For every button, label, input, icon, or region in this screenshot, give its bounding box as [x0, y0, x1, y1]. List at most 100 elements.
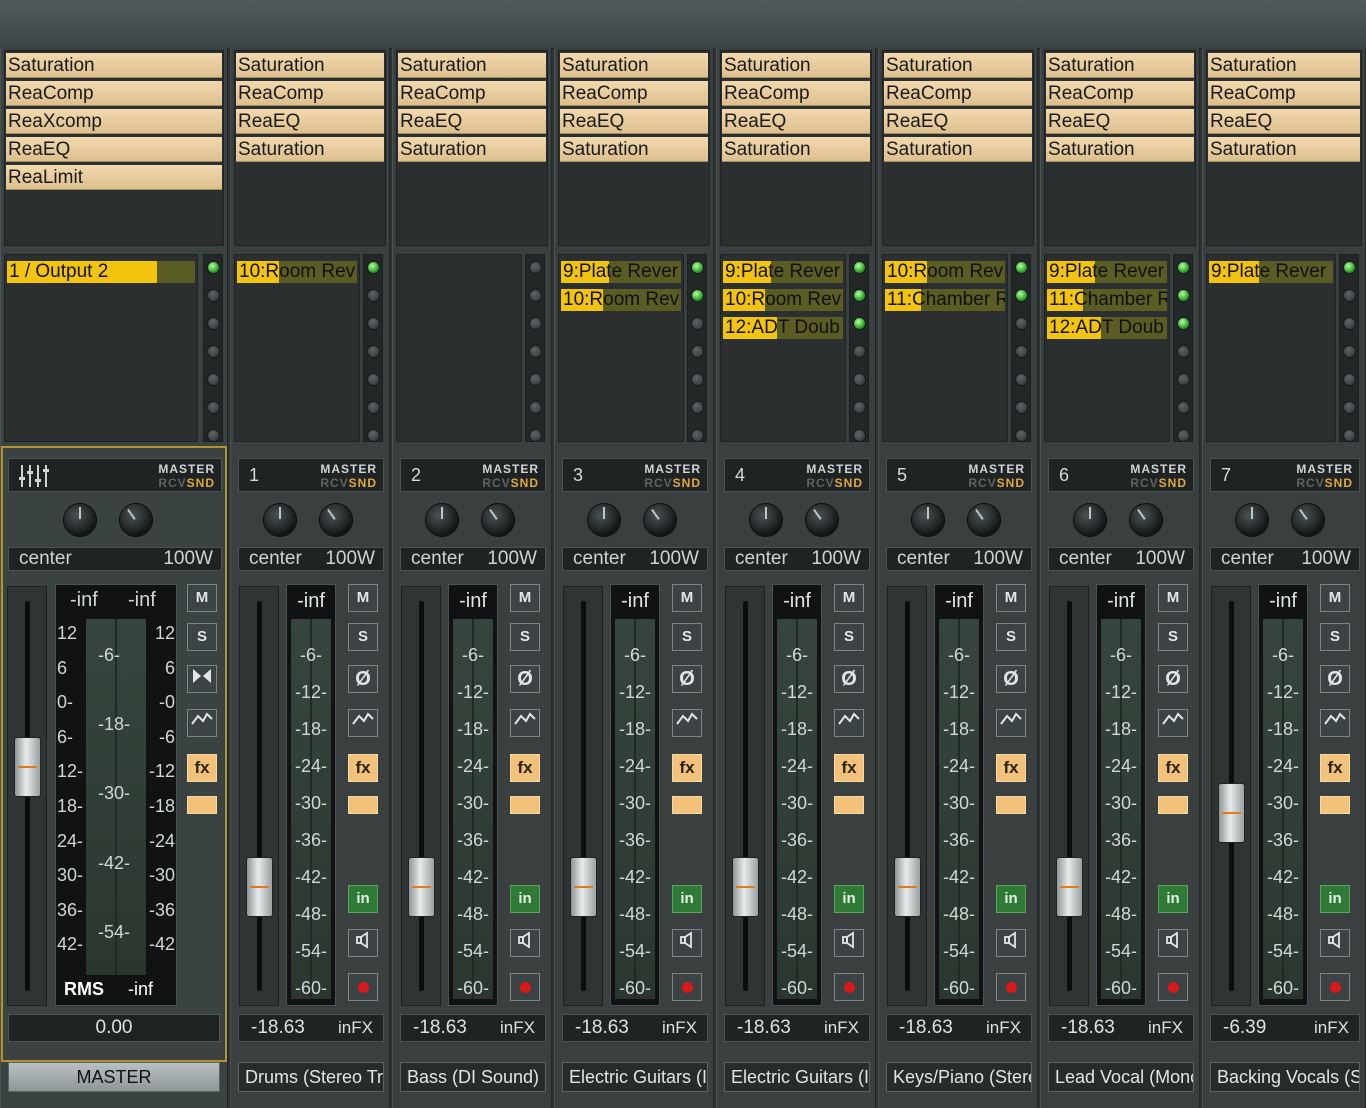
- fx-button[interactable]: fx: [1320, 754, 1350, 782]
- volume-readout[interactable]: -18.63 inFX: [562, 1014, 708, 1042]
- fx-slot[interactable]: ReaEQ: [884, 109, 1032, 134]
- mute-button[interactable]: M: [834, 584, 864, 612]
- monitor-button[interactable]: [672, 929, 702, 957]
- send-slot[interactable]: 1 / Output 2: [7, 261, 195, 283]
- send-led[interactable]: [853, 345, 866, 358]
- fx-slot[interactable]: Saturation: [722, 53, 870, 78]
- fx-button[interactable]: fx: [187, 754, 217, 782]
- volume-readout[interactable]: 0.00: [8, 1014, 220, 1042]
- pan-knob[interactable]: [643, 503, 677, 537]
- send-led[interactable]: [1177, 289, 1190, 302]
- send-led[interactable]: [529, 317, 542, 330]
- track-header[interactable]: 1 MASTER RCVSND: [238, 458, 384, 492]
- send-led[interactable]: [853, 317, 866, 330]
- monitor-button[interactable]: [348, 929, 378, 957]
- fx-bypass-button[interactable]: [1320, 796, 1350, 814]
- send-led[interactable]: [1015, 429, 1028, 442]
- send-led[interactable]: [1015, 317, 1028, 330]
- send-led[interactable]: [1343, 289, 1356, 302]
- fx-slot[interactable]: ReaEQ: [1208, 109, 1360, 134]
- pan-width-display[interactable]: center 100W: [8, 547, 222, 571]
- volume-fader[interactable]: [239, 586, 279, 1006]
- record-arm-button[interactable]: [996, 973, 1026, 1001]
- volume-knob[interactable]: [587, 503, 621, 537]
- solo-button[interactable]: S: [1158, 623, 1188, 651]
- fx-slot[interactable]: Saturation: [236, 53, 384, 78]
- fx-button[interactable]: fx: [996, 754, 1026, 782]
- fx-chain[interactable]: Saturation ReaComp ReaEQ Saturation: [882, 50, 1034, 246]
- pan-knob[interactable]: [481, 503, 515, 537]
- mute-button[interactable]: M: [1158, 584, 1188, 612]
- fx-button[interactable]: fx: [672, 754, 702, 782]
- record-arm-button[interactable]: [510, 973, 540, 1001]
- volume-fader[interactable]: [725, 586, 765, 1006]
- track-header[interactable]: 4 MASTER RCVSND: [724, 458, 870, 492]
- send-led[interactable]: [367, 317, 380, 330]
- send-led[interactable]: [691, 401, 704, 414]
- output-sends[interactable]: 1 / Output 2: [4, 254, 198, 442]
- record-arm-button[interactable]: [672, 973, 702, 1001]
- fader-handle[interactable]: [1056, 857, 1083, 917]
- fader-handle[interactable]: [732, 857, 759, 917]
- fx-slot[interactable]: ReaEQ: [722, 109, 870, 134]
- record-arm-button[interactable]: [834, 973, 864, 1001]
- sends[interactable]: 10:Room Rev 11:Chamber R: [882, 254, 1008, 442]
- send-led[interactable]: [1177, 429, 1190, 442]
- fx-chain[interactable]: Saturation ReaComp ReaEQ Saturation: [720, 50, 872, 246]
- track-name[interactable]: Keys/Piano (Stere: [886, 1062, 1032, 1092]
- send-led[interactable]: [691, 317, 704, 330]
- fx-slot[interactable]: ReaComp: [398, 81, 546, 106]
- send-slot[interactable]: 10:Room Rev: [561, 289, 681, 311]
- fader-handle[interactable]: [246, 857, 273, 917]
- solo-button[interactable]: S: [187, 623, 217, 651]
- phase-invert-button[interactable]: Ø: [510, 665, 540, 693]
- solo-button[interactable]: S: [1320, 623, 1350, 651]
- fx-slot[interactable]: ReaXcomp: [6, 109, 222, 134]
- send-led[interactable]: [1177, 401, 1190, 414]
- fx-bypass-button[interactable]: [187, 796, 217, 814]
- fx-slot[interactable]: ReaLimit: [6, 165, 222, 190]
- track-header[interactable]: MASTER RCVSND: [8, 458, 222, 492]
- envelope-button[interactable]: [510, 709, 540, 737]
- fx-bypass-button[interactable]: [996, 796, 1026, 814]
- fx-slot[interactable]: ReaComp: [722, 81, 870, 106]
- send-led[interactable]: [529, 261, 542, 274]
- fx-slot[interactable]: Saturation: [884, 137, 1032, 162]
- fx-slot[interactable]: Saturation: [560, 53, 708, 78]
- fx-bypass-button[interactable]: [834, 796, 864, 814]
- send-led[interactable]: [529, 373, 542, 386]
- send-led[interactable]: [1343, 317, 1356, 330]
- phase-invert-button[interactable]: Ø: [672, 665, 702, 693]
- send-led[interactable]: [1343, 429, 1356, 442]
- fx-slot[interactable]: ReaEQ: [1046, 109, 1194, 134]
- solo-button[interactable]: S: [672, 623, 702, 651]
- mute-button[interactable]: M: [510, 584, 540, 612]
- fx-bypass-button[interactable]: [672, 796, 702, 814]
- send-slot[interactable]: 12:ADT Doub: [1047, 317, 1167, 339]
- pan-width-display[interactable]: center 100W: [562, 547, 708, 571]
- envelope-button[interactable]: [672, 709, 702, 737]
- pan-knob[interactable]: [1291, 503, 1325, 537]
- fader-handle[interactable]: [894, 857, 921, 917]
- fader-handle[interactable]: [408, 857, 435, 917]
- input-fx-button[interactable]: in: [996, 885, 1026, 913]
- fx-slot[interactable]: Saturation: [398, 53, 546, 78]
- envelope-button[interactable]: [187, 709, 217, 737]
- fx-slot[interactable]: ReaComp: [560, 81, 708, 106]
- fx-chain[interactable]: Saturation ReaComp ReaEQ Saturation: [558, 50, 710, 246]
- mono-button[interactable]: [187, 665, 217, 693]
- sends[interactable]: 9:Plate Rever: [1206, 254, 1336, 442]
- fx-bypass-button[interactable]: [1158, 796, 1188, 814]
- monitor-button[interactable]: [834, 929, 864, 957]
- input-fx-button[interactable]: in: [1320, 885, 1350, 913]
- send-led[interactable]: [207, 401, 220, 414]
- volume-readout[interactable]: -6.39 inFX: [1210, 1014, 1360, 1042]
- pan-knob[interactable]: [967, 503, 1001, 537]
- send-led[interactable]: [853, 401, 866, 414]
- volume-fader[interactable]: [563, 586, 603, 1006]
- fx-slot[interactable]: ReaComp: [884, 81, 1032, 106]
- solo-button[interactable]: S: [834, 623, 864, 651]
- pan-knob[interactable]: [1129, 503, 1163, 537]
- phase-invert-button[interactable]: Ø: [348, 665, 378, 693]
- sends[interactable]: 9:Plate Rever 11:Chamber R 12:ADT Doub: [1044, 254, 1170, 442]
